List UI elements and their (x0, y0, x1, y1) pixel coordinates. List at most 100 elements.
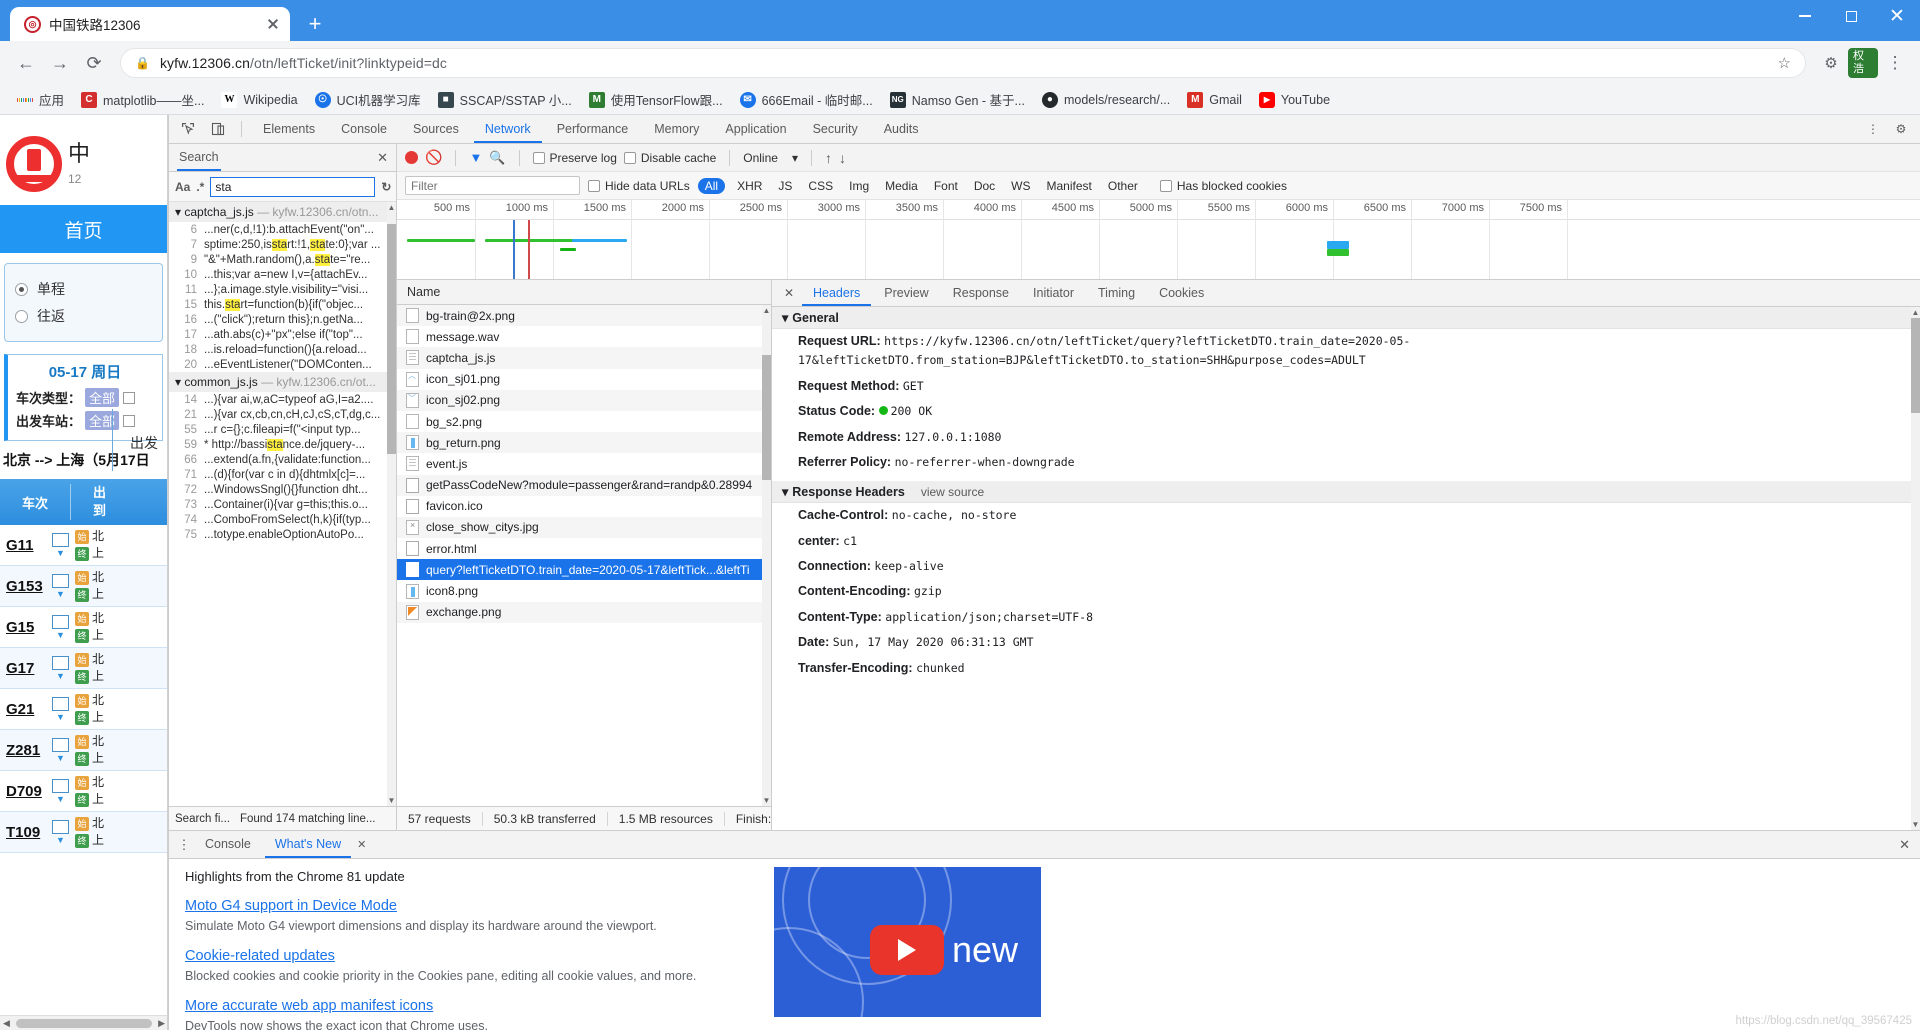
chevron-down-icon[interactable]: ▼ (56, 712, 65, 722)
search-result-line[interactable]: 74 ...ComboFromSelect(h,k){if(typ... (169, 512, 396, 527)
chevron-down-icon[interactable]: ▼ (56, 671, 65, 681)
throttling-select[interactable]: Online ▾ (743, 151, 798, 165)
checkbox-icon[interactable] (123, 414, 136, 427)
back-button[interactable]: ← (10, 47, 42, 79)
has-blocked-cookies-checkbox[interactable]: Has blocked cookies (1159, 179, 1287, 193)
bookmark-matplotlib[interactable]: C matplotlib——坐... (74, 87, 211, 112)
scroll-right-icon[interactable]: ▶ (155, 1018, 167, 1029)
request-row-selected[interactable]: query?leftTicketDTO.train_date=2020-05-1… (397, 559, 771, 581)
scroll-left-icon[interactable]: ◀ (0, 1018, 13, 1029)
address-bar[interactable]: 🔒 kyfw.12306.cn/otn/leftTicket/init?link… (120, 48, 1806, 78)
search-result-line[interactable]: 21 ...){var cx,cb,cn,cH,cJ,cS,cT,dg,c... (169, 407, 396, 422)
drawer-close-icon[interactable]: ✕ (1899, 837, 1910, 853)
train-detail-icon[interactable] (52, 819, 69, 834)
train-row[interactable]: G11 ▼ 始北终上 (0, 525, 167, 566)
hide-data-urls-checkbox[interactable]: Hide data URLs (588, 179, 690, 193)
request-row[interactable]: bg_s2.png (397, 411, 771, 432)
train-row[interactable]: G17 ▼ 始北终上 (0, 648, 167, 689)
chevron-down-icon[interactable]: ▼ (56, 835, 65, 845)
request-row[interactable]: favicon.ico (397, 496, 771, 517)
preserve-log-checkbox[interactable]: Preserve log (532, 151, 617, 165)
train-code[interactable]: G11 (6, 537, 48, 554)
whats-new-link[interactable]: Moto G4 support in Device Mode (185, 898, 397, 914)
train-detail-icon[interactable] (52, 614, 69, 629)
import-har-icon[interactable]: ↑ (825, 150, 832, 166)
train-detail-icon[interactable] (52, 778, 69, 793)
checkbox-icon[interactable] (123, 391, 136, 404)
window-close-button[interactable]: ✕ (1874, 0, 1920, 32)
filter-type-doc[interactable]: Doc (970, 178, 999, 194)
disable-cache-checkbox[interactable]: Disable cache (623, 151, 716, 165)
device-toolbar-icon[interactable] (205, 117, 231, 141)
match-case-toggle[interactable]: Aa (175, 180, 190, 194)
drawer-tab-console[interactable]: Console (195, 831, 261, 858)
train-detail-icon[interactable] (52, 737, 69, 752)
record-button-icon[interactable] (405, 151, 418, 164)
chevron-down-icon[interactable]: ▼ (56, 794, 65, 804)
train-detail-icon[interactable] (52, 696, 69, 711)
bookmark-sstap[interactable]: ■ SSCAP/SSTAP 小... (431, 87, 579, 112)
search-result-line[interactable]: 72 ...WindowsSngl(){}function dht... (169, 482, 396, 497)
train-code[interactable]: G15 (6, 619, 48, 636)
reload-button[interactable]: ⟳ (78, 47, 110, 79)
search-result-line[interactable]: 11 ...};a.image.style.visibility="visi... (169, 282, 396, 297)
tab-network[interactable]: Network (473, 115, 542, 143)
scroll-up-icon[interactable]: ▲ (762, 305, 771, 316)
bookmark-tensorflow[interactable]: M 使用TensorFlow跟... (582, 87, 730, 112)
chevron-down-icon[interactable]: ▼ (56, 630, 65, 640)
request-row[interactable]: icon_sj01.png (397, 369, 771, 390)
train-row[interactable]: G15 ▼ 始北终上 (0, 607, 167, 648)
train-row[interactable]: G153 ▼ 始北终上 (0, 566, 167, 607)
bookmark-github-models[interactable]: ● models/research/... (1035, 89, 1177, 111)
search-result-file[interactable]: ▾ common_js.js — kyfw.12306.cn/ot... (169, 372, 396, 392)
scroll-down-icon[interactable]: ▼ (387, 795, 396, 806)
more-options-icon[interactable]: ⋮ (1860, 117, 1886, 141)
tab-performance[interactable]: Performance (546, 115, 640, 143)
details-tab-response[interactable]: Response (942, 280, 1020, 306)
kebab-menu-icon[interactable]: ⋮ (1880, 48, 1910, 78)
export-har-icon[interactable]: ↓ (839, 150, 846, 166)
maximize-button[interactable] (1828, 0, 1874, 32)
details-tab-cookies[interactable]: Cookies (1148, 280, 1215, 306)
request-row[interactable]: event.js (397, 453, 771, 474)
filter-type-js[interactable]: JS (774, 178, 796, 194)
request-row[interactable]: bg-train@2x.png (397, 305, 771, 327)
train-row[interactable]: Z281 ▼ 始北终上 (0, 730, 167, 771)
request-row[interactable]: message.wav (397, 326, 771, 347)
scroll-up-icon[interactable]: ▲ (387, 202, 396, 213)
search-result-line[interactable]: 71 ...(d){for(var c in d){dhtmlx[c]=... (169, 467, 396, 482)
search-result-line[interactable]: 20 ...eEventListener("DOMConten... (169, 357, 396, 372)
request-list-header[interactable]: Name (397, 280, 771, 305)
request-scrollbar[interactable]: ▲ ▼ (762, 305, 771, 806)
filter-type-font[interactable]: Font (930, 178, 962, 194)
bookmark-namso-gen[interactable]: NG Namso Gen - 基于... (883, 87, 1032, 112)
train-row[interactable]: D709 ▼ 始北终上 (0, 771, 167, 812)
details-scrollbar[interactable]: ▲ ▼ (1911, 307, 1920, 830)
search-result-line[interactable]: 16 ...("click");return this};n.getNa... (169, 312, 396, 327)
train-code[interactable]: G153 (6, 578, 48, 595)
search-results[interactable]: ▾ captcha_js.js — kyfw.12306.cn/otn... 6.… (169, 202, 396, 806)
response-headers-section-header[interactable]: ▾ Response Headers view source (772, 481, 1920, 504)
tab-application[interactable]: Application (714, 115, 797, 143)
filter-type-media[interactable]: Media (881, 178, 922, 194)
refresh-icon[interactable]: ↻ (381, 180, 391, 194)
search-result-line[interactable]: 18 ...is.reload=function(){a.reload... (169, 342, 396, 357)
settings-gear-icon[interactable]: ⚙ (1888, 117, 1914, 141)
site-nav-home[interactable]: 首页 (0, 205, 167, 253)
request-row[interactable]: icon8.png (397, 580, 771, 601)
search-result-line[interactable]: 66 ...extend(a.fn,{validate:function... (169, 452, 396, 467)
train-code[interactable]: Z281 (6, 742, 48, 759)
chevron-down-icon[interactable]: ▼ (56, 589, 65, 599)
star-icon[interactable]: ☆ (1778, 54, 1791, 72)
search-result-line[interactable]: 7 sptime:250,isstart:!1,state:0};var ... (169, 237, 396, 252)
bookmark-apps[interactable]: 应用 (10, 87, 71, 112)
whats-new-link[interactable]: More accurate web app manifest icons (185, 998, 433, 1014)
scroll-down-icon[interactable]: ▼ (1911, 819, 1920, 830)
scrollbar-thumb[interactable] (387, 224, 396, 454)
close-icon[interactable] (264, 15, 282, 33)
browser-tab[interactable]: ◎ 中国铁路12306 (10, 7, 290, 41)
train-detail-icon[interactable] (52, 532, 69, 547)
bookmark-youtube[interactable]: ▶ YouTube (1252, 89, 1337, 111)
search-result-line[interactable]: 6 ...ner(c,d,!1):b.attachEvent("on"... (169, 222, 396, 237)
bookmark-email[interactable]: ✉ 666Email - 临时邮... (733, 87, 880, 112)
